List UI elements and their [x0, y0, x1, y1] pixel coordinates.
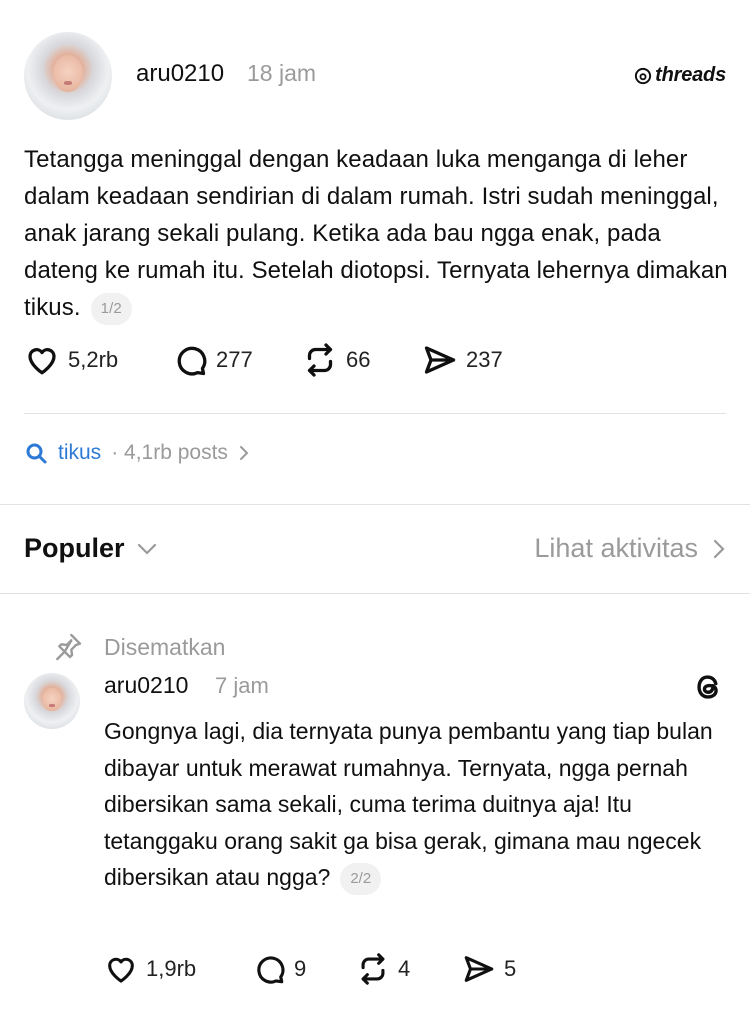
- comment-count: 277: [216, 347, 253, 372]
- heart-icon: [108, 957, 134, 983]
- reply-share-button[interactable]: 5: [462, 952, 516, 986]
- pinned-label: Disematkan: [104, 633, 226, 660]
- comment-icon: [177, 346, 207, 376]
- reply-like-count: 1,9rb: [146, 956, 197, 981]
- repost-count: 66: [346, 347, 371, 372]
- reply-comment-count: 9: [294, 956, 307, 981]
- avatar-face: [42, 687, 62, 712]
- topic-post-count: · 4,1rb posts: [111, 441, 228, 464]
- view-activity-link[interactable]: Lihat aktivitas: [534, 533, 726, 564]
- chevron-down-icon: [137, 543, 156, 555]
- section-divider: [0, 504, 750, 505]
- topic-tag[interactable]: tikus: [58, 441, 101, 465]
- reply-like-button[interactable]: 1,9rb: [104, 952, 252, 986]
- post-body: Tetangga meninggal dengan keadaan luka m…: [24, 141, 734, 326]
- post-author-avatar[interactable]: [24, 32, 112, 120]
- post-username[interactable]: aru0210: [136, 60, 224, 88]
- reply-actions: 1,9rb 9 4 5: [104, 952, 516, 986]
- chevron-right-icon: [713, 539, 725, 558]
- pin-icon: [56, 633, 82, 661]
- reply-timestamp: 7 jam: [215, 673, 269, 698]
- reply-page-indicator: 2/2: [340, 862, 382, 895]
- like-button[interactable]: 5,2rb: [24, 342, 172, 378]
- avatar-face: [53, 54, 83, 92]
- avatar-lip: [49, 704, 55, 707]
- post-page-indicator: 1/2: [90, 292, 132, 325]
- comment-button[interactable]: 277: [172, 342, 302, 378]
- post-text: Tetangga meninggal dengan keadaan luka m…: [24, 146, 728, 321]
- sort-label: Populer: [24, 533, 125, 563]
- view-activity-label: Lihat aktivitas: [534, 533, 698, 563]
- reply-text: Gongnya lagi, dia ternyata punya pembant…: [104, 718, 713, 890]
- threads-logo-icon: [635, 67, 652, 84]
- topic-link[interactable]: tikus · 4,1rb posts: [24, 441, 250, 465]
- reply-repost-count: 4: [398, 956, 411, 981]
- share-count: 237: [466, 347, 503, 372]
- threads-brand-label: threads: [655, 64, 726, 86]
- heart-icon: [28, 348, 56, 375]
- avatar-lip: [63, 81, 73, 85]
- post-actions: 5,2rb 277 66 237: [24, 342, 503, 378]
- repost-icon: [307, 343, 333, 377]
- like-count: 5,2rb: [68, 347, 119, 372]
- share-button[interactable]: 237: [422, 342, 503, 378]
- pinned-indicator: Disematkan: [52, 631, 225, 663]
- sort-dropdown[interactable]: Populer: [24, 533, 157, 564]
- reply-comment-button[interactable]: 9: [252, 952, 356, 986]
- share-icon: [464, 956, 494, 982]
- repost-icon: [361, 953, 385, 985]
- reply-repost-button[interactable]: 4: [356, 952, 462, 986]
- share-icon: [424, 346, 456, 374]
- search-icon: [26, 443, 47, 464]
- repost-button[interactable]: 66: [302, 342, 422, 378]
- reply-author-avatar[interactable]: [24, 673, 80, 729]
- section-divider: [0, 593, 750, 594]
- reply-share-count: 5: [504, 956, 517, 981]
- threads-brand: threads: [634, 64, 726, 87]
- chevron-right-icon: [239, 446, 249, 460]
- comment-icon: [257, 956, 285, 984]
- divider: [24, 413, 726, 414]
- post-timestamp: 18 jam: [247, 60, 317, 86]
- reply-username[interactable]: aru0210: [104, 672, 188, 699]
- threads-logo-icon: [697, 675, 718, 699]
- reply-body: Gongnya lagi, dia ternyata punya pembant…: [104, 713, 734, 896]
